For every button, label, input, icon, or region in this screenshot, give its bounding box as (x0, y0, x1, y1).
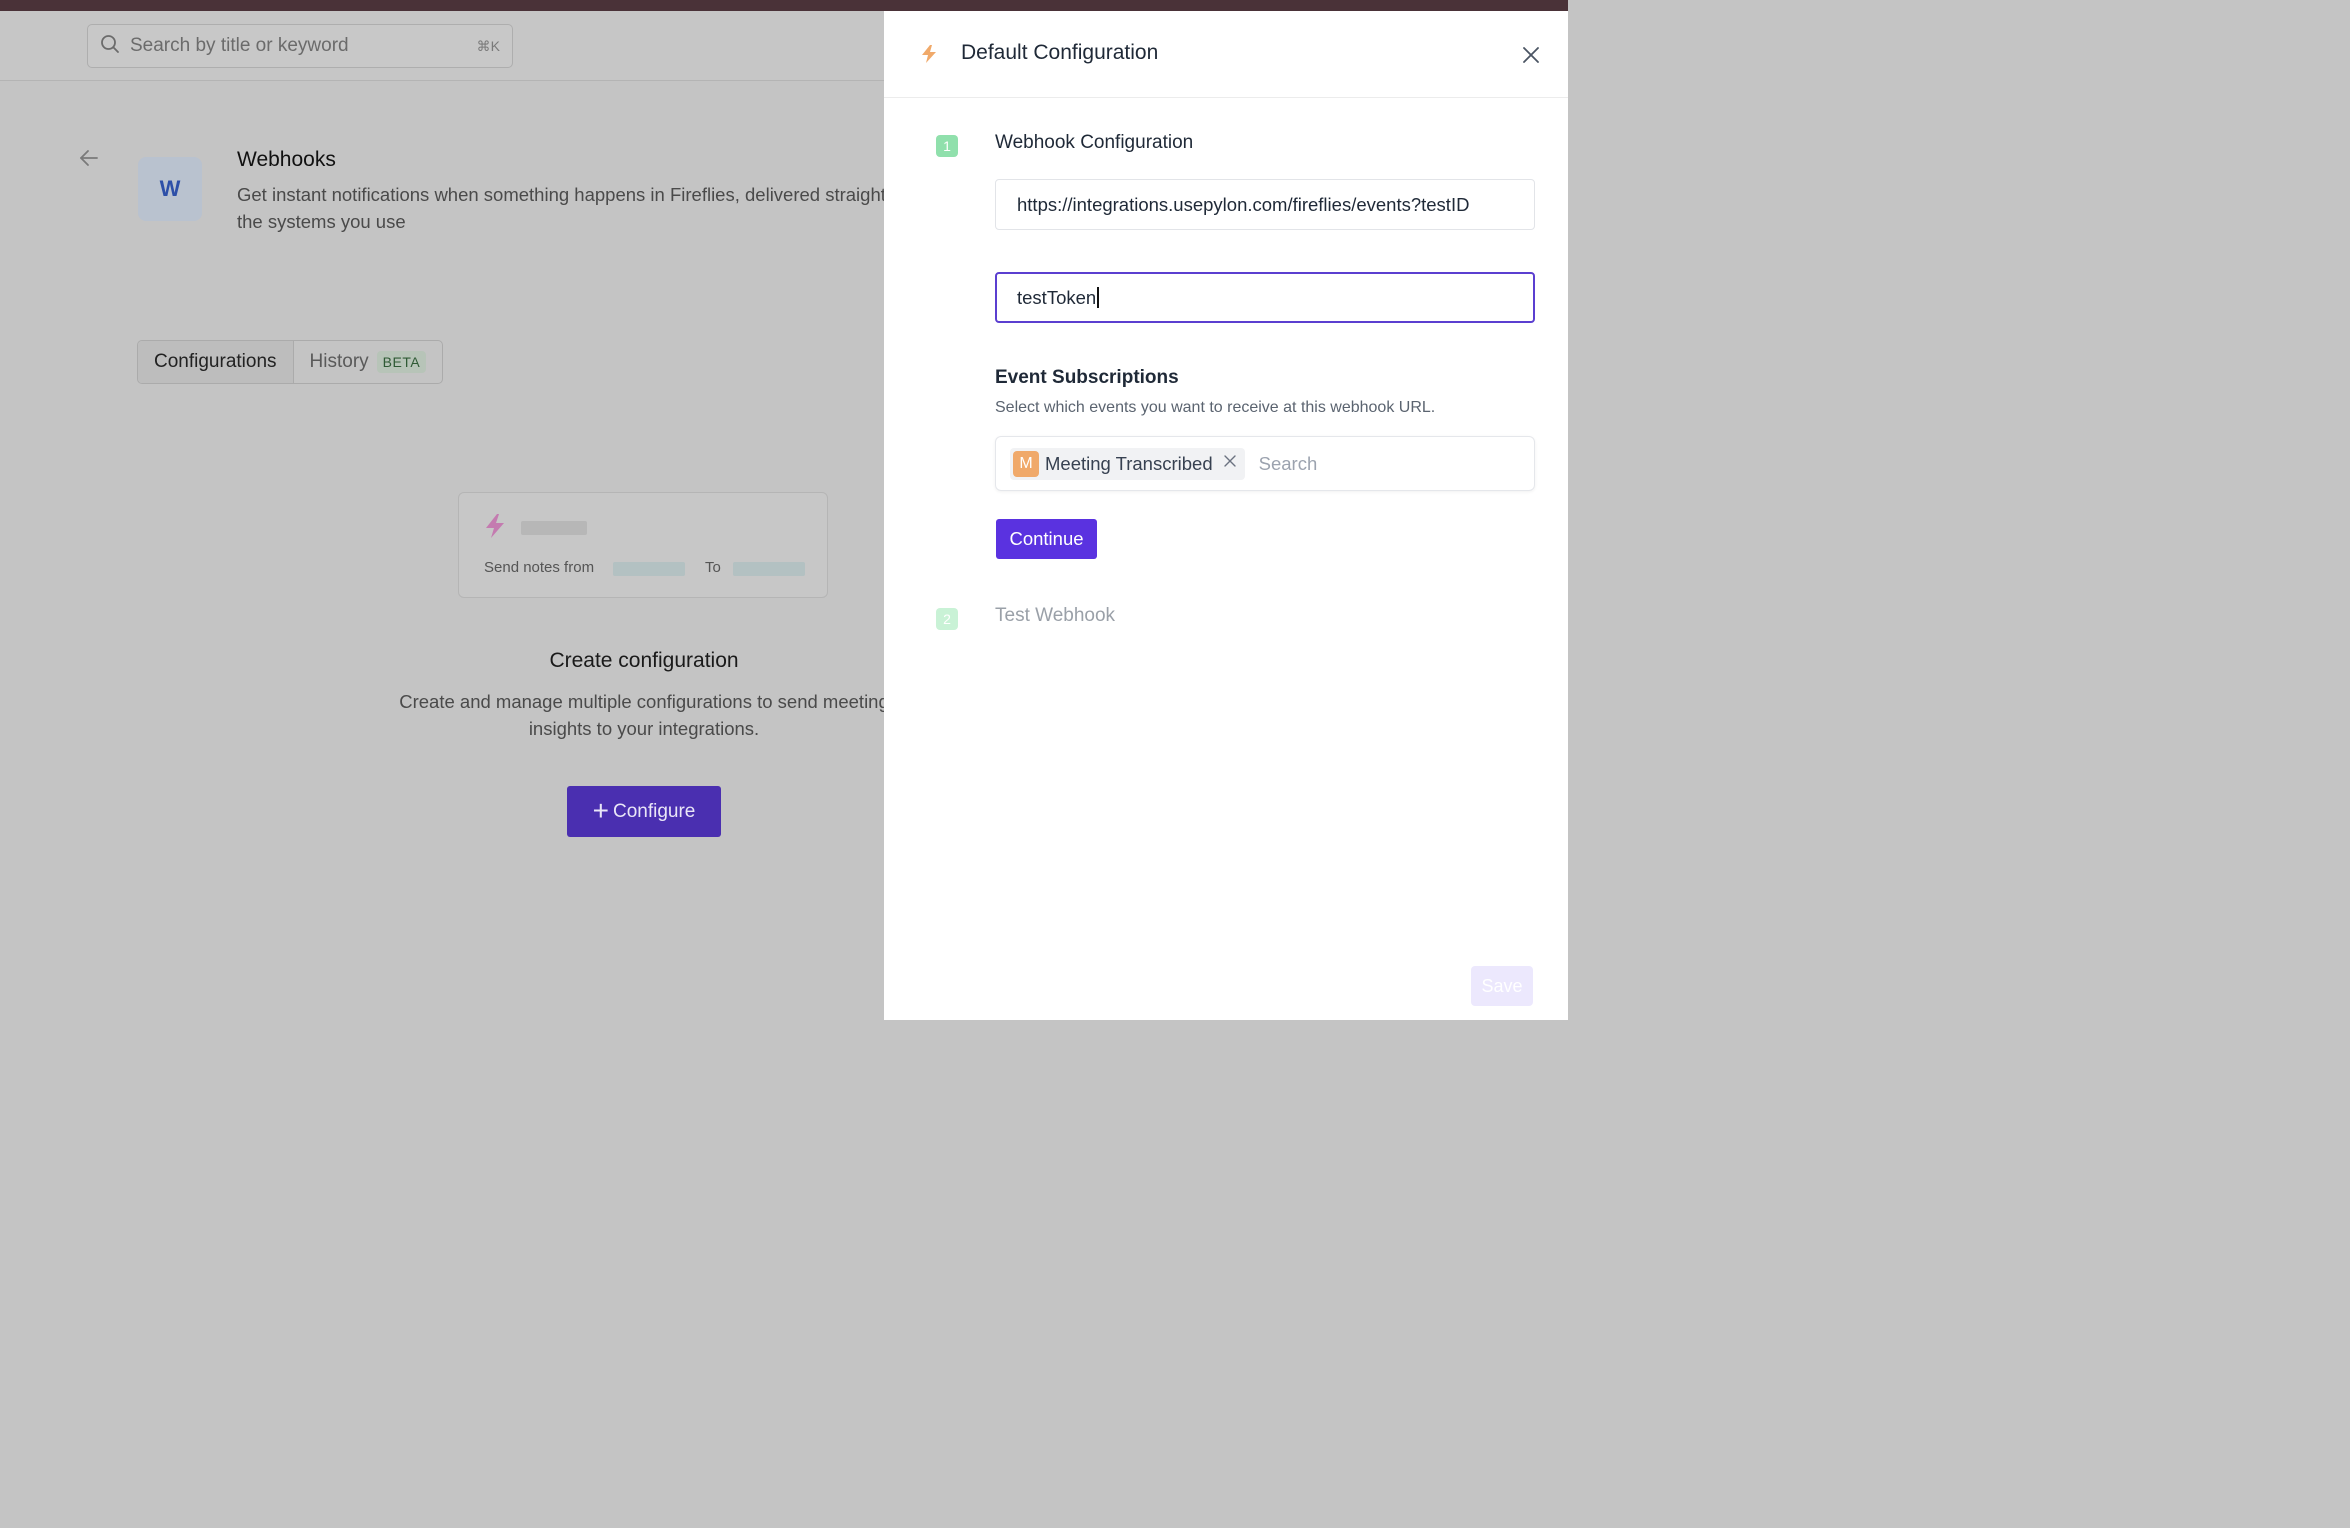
close-icon[interactable] (1520, 44, 1542, 71)
tab-bar: Configurations History BETA (137, 340, 444, 384)
drawer-title: Default Configuration (961, 41, 1159, 64)
tab-history[interactable]: History BETA (294, 341, 443, 383)
event-chip: M Meeting Transcribed (1010, 447, 1245, 480)
text-caret (1097, 287, 1099, 308)
skeleton-bar (733, 562, 805, 576)
configuration-drawer: Default Configuration 1 Webhook Configur… (884, 11, 1568, 1020)
top-bar: Search by title or keyword ⌘K (0, 11, 884, 81)
search-box[interactable]: Search by title or keyword ⌘K (87, 24, 513, 68)
lightning-icon (483, 513, 507, 544)
plus-icon: + (592, 794, 609, 826)
app-logo-letter: W (159, 176, 181, 201)
configure-button-label: Configure (612, 800, 696, 822)
step-number-1: 1 (936, 135, 958, 157)
lightning-icon (921, 45, 937, 68)
app-title: Webhooks (237, 148, 336, 171)
remove-chip-icon[interactable] (1223, 454, 1237, 473)
step-number-2: 2 (936, 608, 958, 630)
step-title-webhook-configuration: Webhook Configuration (995, 132, 1194, 153)
background-page: Search by title or keyword ⌘K W Webhooks… (0, 11, 906, 1020)
configure-button[interactable]: + Configure (567, 786, 721, 837)
event-chip-label: Meeting Transcribed (1045, 452, 1213, 474)
tab-history-label: History (309, 351, 369, 372)
continue-button[interactable]: Continue (996, 519, 1097, 559)
empty-state-title: Create configuration (549, 649, 739, 672)
tab-configurations[interactable]: Configurations (138, 341, 294, 383)
search-icon (100, 34, 120, 59)
empty-state-description: Create and manage multiple configuration… (399, 691, 889, 739)
back-arrow-icon[interactable] (78, 147, 100, 174)
skeleton-bar (613, 562, 685, 576)
step-title-test-webhook: Test Webhook (995, 605, 1116, 626)
drawer-header: Default Configuration (884, 11, 1568, 98)
save-button[interactable]: Save (1471, 966, 1533, 1006)
event-subscriptions-description: Select which events you want to receive … (995, 399, 1436, 416)
event-search-input[interactable]: Search (1259, 453, 1318, 475)
skeleton-bar (521, 521, 587, 535)
tab-configurations-label: Configurations (154, 351, 277, 372)
auth-token-value: testToken (1017, 286, 1097, 308)
app-logo: W (138, 157, 202, 221)
event-subscriptions-title: Event Subscriptions (995, 367, 1179, 388)
event-chip-avatar: M (1013, 450, 1039, 477)
placeholder-config-card: Send notes from To (458, 492, 828, 598)
event-multiselect[interactable]: M Meeting Transcribed Search (995, 436, 1535, 491)
beta-badge: BETA (376, 351, 427, 373)
webhook-url-input[interactable]: https://integrations.usepylon.com/firefl… (995, 179, 1535, 230)
search-shortcut: ⌘K (476, 37, 500, 54)
search-placeholder: Search by title or keyword (130, 35, 349, 56)
card-to-label: To (705, 559, 721, 576)
auth-token-input[interactable]: testToken (995, 272, 1535, 323)
app-description: Get instant notifications when something… (237, 184, 907, 232)
webhook-url-value: https://integrations.usepylon.com/firefl… (1017, 193, 1470, 215)
window-top-strip (0, 0, 1568, 11)
card-from-label: Send notes from (484, 559, 595, 576)
